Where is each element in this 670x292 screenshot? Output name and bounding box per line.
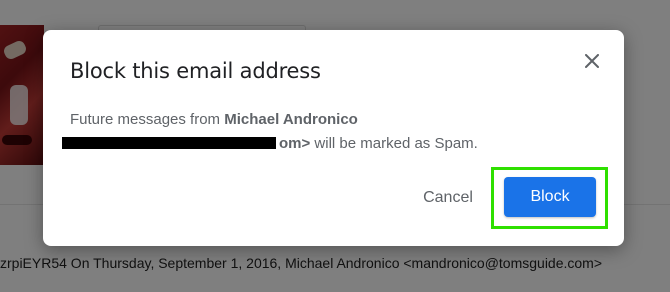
message-suffix: will be marked as Spam.: [310, 135, 478, 152]
sender-name: Michael Andronico: [224, 111, 358, 128]
dialog-title: Block this email address: [70, 59, 321, 83]
redacted-email-address: [62, 137, 276, 150]
message-line-2: om> will be marked as Spam.: [62, 132, 600, 156]
close-button[interactable]: [580, 49, 604, 73]
cancel-button[interactable]: Cancel: [413, 180, 483, 216]
dialog-message: Future messages from Michael Andronico o…: [62, 108, 600, 156]
message-line-1: Future messages from Michael Andronico: [70, 108, 600, 132]
close-icon: [585, 54, 599, 68]
block-email-dialog: Block this email address Future messages…: [43, 30, 624, 246]
block-button[interactable]: Block: [504, 177, 596, 217]
email-address-tail: om>: [279, 135, 311, 152]
message-prefix: Future messages from: [70, 111, 225, 128]
